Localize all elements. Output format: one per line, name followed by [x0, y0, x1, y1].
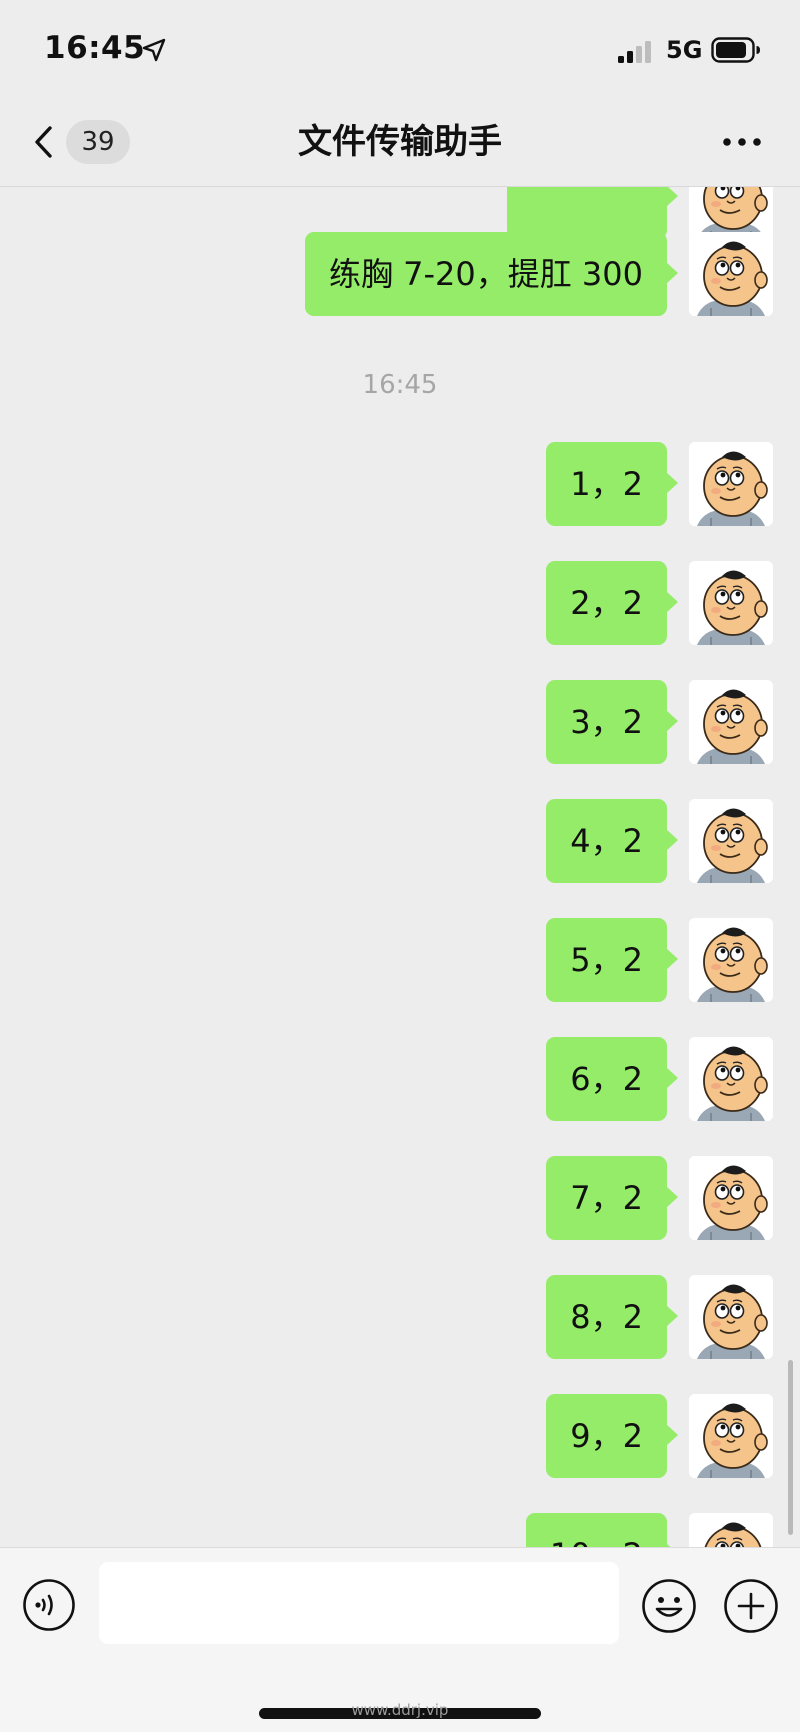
message-list[interactable]: 练胸 7-20，提肛 300 16:45 1，2 2，2 3，2 4，2 5，2…	[0, 187, 800, 1547]
message-bubble[interactable]: 练胸 7-20，提肛 300	[304, 232, 679, 316]
message-row: 2，2	[0, 561, 800, 645]
status-bar: 16:45 5G	[0, 0, 800, 100]
message-row: 4，2	[0, 799, 800, 883]
message-row: 练胸 7-20，提肛 300	[0, 232, 800, 316]
unread-count-badge[interactable]: 39	[66, 120, 130, 164]
scrollbar[interactable]	[788, 1360, 793, 1535]
more-dots-icon[interactable]	[720, 130, 764, 154]
avatar[interactable]	[689, 561, 773, 645]
message-bubble[interactable]: 9，2	[546, 1394, 678, 1478]
home-indicator[interactable]	[259, 1708, 541, 1719]
message-bubble[interactable]: 10，2	[525, 1513, 679, 1547]
message-row: 1，2	[0, 442, 800, 526]
avatar[interactable]	[689, 442, 773, 526]
message-row: 10，2	[0, 1513, 800, 1547]
avatar[interactable]	[689, 1513, 773, 1547]
chat-header: 39 文件传输助手	[0, 100, 800, 187]
avatar[interactable]	[689, 1037, 773, 1121]
network-type: 5G	[666, 36, 703, 64]
emoji-icon[interactable]	[641, 1578, 697, 1634]
message-row: 9，2	[0, 1394, 800, 1478]
chevron-left-icon[interactable]	[30, 120, 58, 164]
message-bubble[interactable]: 6，2	[546, 1037, 678, 1121]
message-bubble[interactable]: 1，2	[546, 442, 678, 526]
avatar[interactable]	[689, 680, 773, 764]
plus-icon[interactable]	[723, 1578, 779, 1634]
message-bubble[interactable]: 8，2	[546, 1275, 678, 1359]
avatar[interactable]	[689, 799, 773, 883]
message-row: 3，2	[0, 680, 800, 764]
message-bubble[interactable]: 4，2	[546, 799, 678, 883]
message-row: 7，2	[0, 1156, 800, 1240]
battery-icon	[711, 37, 761, 63]
message-row: 8，2	[0, 1275, 800, 1359]
message-bubble[interactable]: 2，2	[546, 561, 678, 645]
cellular-signal-icon	[618, 41, 654, 63]
avatar[interactable]	[689, 1156, 773, 1240]
location-arrow-icon	[141, 37, 167, 63]
voice-icon[interactable]	[22, 1578, 76, 1632]
message-row: 6，2	[0, 1037, 800, 1121]
input-bar	[0, 1547, 800, 1732]
status-time: 16:45	[44, 30, 146, 66]
chat-title: 文件传输助手	[298, 122, 502, 162]
message-bubble[interactable]: 5，2	[546, 918, 678, 1002]
avatar[interactable]	[689, 918, 773, 1002]
message-input[interactable]	[99, 1562, 619, 1644]
message-timestamp: 16:45	[362, 370, 438, 400]
avatar[interactable]	[689, 1394, 773, 1478]
avatar[interactable]	[689, 1275, 773, 1359]
message-bubble[interactable]: 7，2	[546, 1156, 678, 1240]
message-bubble[interactable]: 3，2	[546, 680, 678, 764]
message-row: 5，2	[0, 918, 800, 1002]
avatar[interactable]	[689, 232, 773, 316]
